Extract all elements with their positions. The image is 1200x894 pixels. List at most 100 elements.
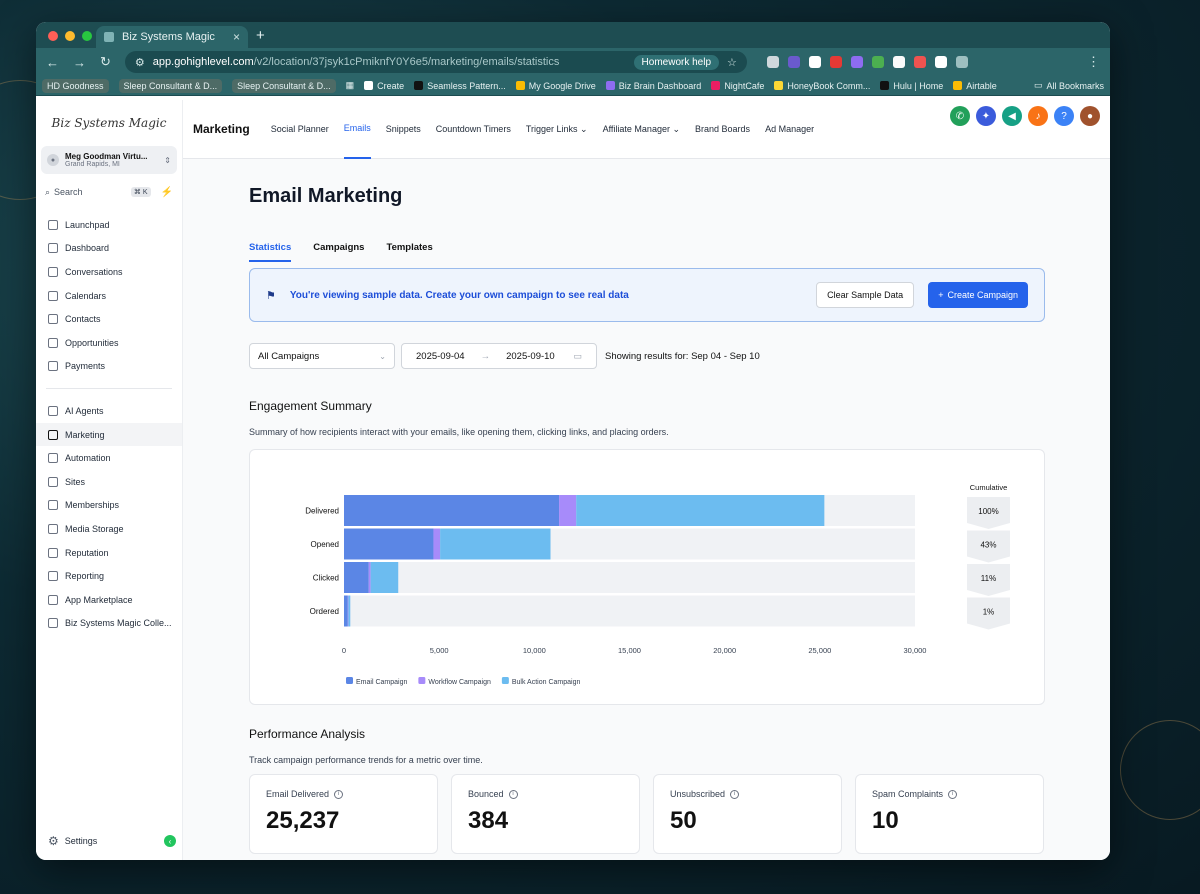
tab-affiliate-manager[interactable]: Affiliate Manager ⌄ [603,100,680,159]
phone-icon[interactable]: ✆ [950,106,970,126]
url-field[interactable]: ⚙ app.gohighlevel.com/v2/location/37jsyk… [124,51,747,73]
extension-icon[interactable] [787,56,800,68]
cumulative-value: 11% [981,574,996,583]
bell-icon[interactable]: ♪ [1028,106,1048,126]
info-icon[interactable]: i [730,789,740,799]
minimize-window-icon[interactable] [65,31,75,41]
x-tick-label: 20,000 [713,646,736,655]
tab-statistics[interactable]: Statistics [249,242,292,262]
help-icon[interactable]: ? [1054,106,1074,126]
tab-countdown-timers[interactable]: Countdown Timers [436,100,511,159]
star-icon [48,547,58,558]
campaign-select[interactable]: All Campaigns ⌄ [249,343,395,369]
extension-icon[interactable] [871,56,884,68]
tab-close-icon[interactable]: × [233,30,240,44]
user-avatar[interactable]: ● [1080,106,1100,126]
menu-dots-icon[interactable]: ⋮ [1087,54,1100,70]
bookmark-item[interactable]: My Google Drive [515,81,596,91]
sidebar-item-settings[interactable]: ⚙ Settings ‹ [48,834,176,848]
sidebar-item-conversations[interactable]: Conversations [36,260,182,284]
bookmark-item[interactable]: NightCafe [711,81,764,91]
metric-card[interactable]: Email Delivered i 25,237 [249,774,438,854]
metric-card[interactable]: Unsubscribed i 50 [653,774,842,854]
close-window-icon[interactable] [48,31,58,41]
sidebar-item-contacts[interactable]: Contacts [36,307,182,331]
site-info-icon[interactable]: ⚙ [135,56,145,69]
tab-snippets[interactable]: Snippets [386,100,421,159]
engagement-subtitle: Summary of how recipients interact with … [249,427,669,437]
account-switcher[interactable]: ● Meg Goodman Virtu... Grand Rapids, MI … [41,146,177,174]
clear-sample-data-button[interactable]: Clear Sample Data [816,282,915,308]
sidebar-item-launchpad[interactable]: Launchpad [36,213,182,237]
tab-trigger-links[interactable]: Trigger Links ⌄ [526,100,588,159]
tab-templates[interactable]: Templates [386,242,432,262]
browser-tab[interactable]: Biz Systems Magic × [96,26,248,48]
bookmark-item[interactable]: Airtable [953,81,997,91]
bookmark-item[interactable]: Sleep Consultant & D... [232,78,336,93]
extension-icon[interactable] [850,56,863,68]
metric-card[interactable]: Spam Complaints i 10 [855,774,1044,854]
tab-brand-boards[interactable]: Brand Boards [695,100,750,159]
bar-segment [440,528,551,560]
collapse-sidebar-icon[interactable]: ‹ [164,835,176,847]
extension-icon[interactable] [913,56,926,68]
info-icon[interactable]: i [508,789,518,799]
sidebar-item-collection[interactable]: Biz Systems Magic Colle... [36,612,182,636]
sidebar-item-reputation[interactable]: Reputation [36,541,182,565]
sidebar-item-calendars[interactable]: Calendars [36,284,182,308]
filters-row: All Campaigns ⌄ 2025-09-04 → 2025-09-10 ▭… [249,343,1045,369]
bookmark-item[interactable]: Biz Brain Dashboard [605,81,701,91]
extension-icon[interactable] [766,56,779,68]
tab-emails[interactable]: Emails [343,100,371,159]
bar-segment [344,562,369,593]
sidebar-item-media-storage[interactable]: Media Storage [36,517,182,541]
grid-icon [48,594,58,605]
bookmark-item[interactable]: Hulu | Home [880,81,943,91]
sidebar-item-sites[interactable]: Sites [36,470,182,494]
megaphone-icon[interactable]: ◀ [1002,106,1022,126]
back-icon[interactable]: ← [46,55,59,70]
star-icon[interactable]: ☆ [727,56,737,69]
sidebar-item-payments[interactable]: Payments [36,355,182,379]
calendar-icon: ▭ [573,350,582,361]
ai-sparkle-icon[interactable]: ✦ [976,106,996,126]
sidebar-item-automation[interactable]: Automation [36,446,182,470]
search-input[interactable]: ⌕ Search ⌘ K ⚡ [41,183,177,201]
extension-icon[interactable] [829,56,842,68]
homework-help-chip[interactable]: Homework help [633,54,720,70]
zoom-window-icon[interactable] [82,31,92,41]
forward-icon[interactable]: → [73,55,86,70]
legend-swatch [346,677,353,684]
memberships-icon [48,500,58,511]
extension-icon[interactable] [934,56,947,68]
sidebar-item-opportunities[interactable]: Opportunities [36,331,182,355]
date-range-picker[interactable]: 2025-09-04 → 2025-09-10 ▭ [401,343,597,369]
bookmark-item[interactable]: HD Goodness [42,78,109,93]
puzzle-icon[interactable] [955,56,968,68]
bolt-icon[interactable]: ⚡ [161,187,173,198]
info-icon[interactable]: i [948,789,958,799]
sidebar-item-app-marketplace[interactable]: App Marketplace [36,588,182,612]
reload-icon[interactable]: ↻ [100,54,111,70]
sidebar-item-ai-agents[interactable]: AI Agents [36,399,182,423]
new-tab-icon[interactable]: + [256,27,265,44]
all-bookmarks[interactable]: ▭ All Bookmarks [1034,80,1104,91]
sidebar-item-memberships[interactable]: Memberships [36,494,182,518]
tab-ad-manager[interactable]: Ad Manager [765,100,814,159]
bookmark-item[interactable]: Sleep Consultant & D... [118,78,223,93]
info-icon[interactable]: i [334,789,344,799]
bookmark-item[interactable]: Seamless Pattern... [414,81,506,91]
extension-icon[interactable] [892,56,905,68]
bookmark-item[interactable]: Create [364,81,404,91]
sidebar-item-marketing[interactable]: Marketing [36,422,182,447]
apps-grid-icon[interactable]: ▦ [346,80,355,91]
performance-subtitle: Track campaign performance trends for a … [249,755,483,765]
metric-card[interactable]: Bounced i 384 [451,774,640,854]
bookmark-item[interactable]: HoneyBook Comm... [774,81,870,91]
sidebar-item-reporting[interactable]: Reporting [36,564,182,588]
tab-social-planner[interactable]: Social Planner [271,100,329,159]
extension-icon[interactable] [808,56,821,68]
sidebar-item-dashboard[interactable]: Dashboard [36,237,182,261]
create-campaign-button[interactable]: + Create Campaign [928,282,1028,308]
tab-campaigns[interactable]: Campaigns [313,242,364,262]
